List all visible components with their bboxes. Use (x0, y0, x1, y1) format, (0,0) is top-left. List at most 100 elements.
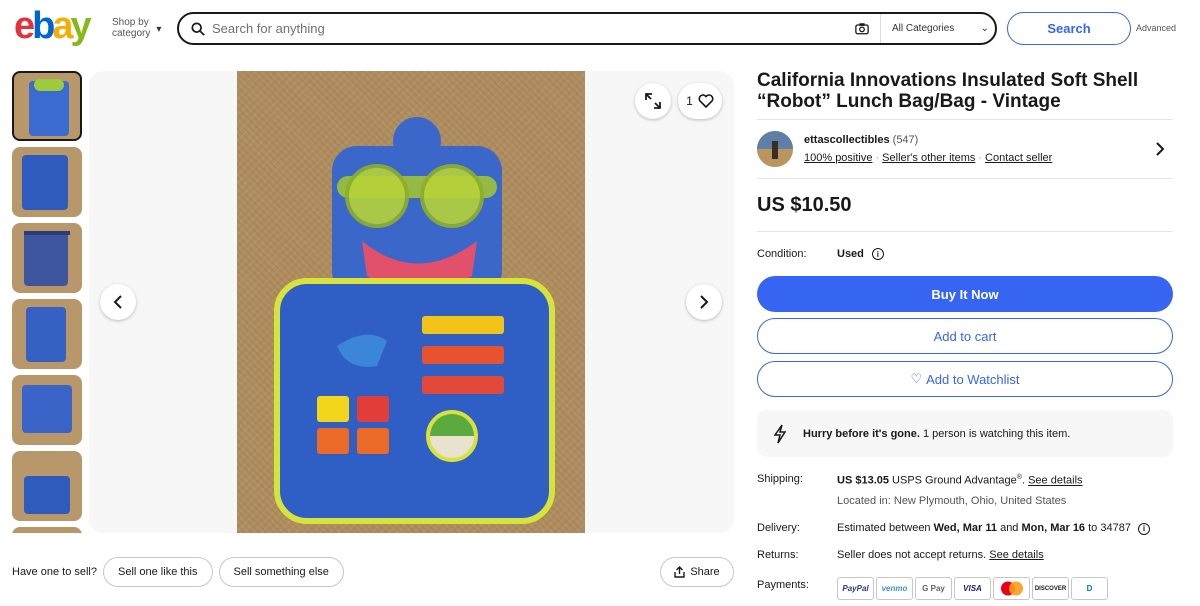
delivery-label: Delivery: (757, 522, 800, 534)
location-text: Located in: New Plymouth, Ohio, United S… (837, 495, 1067, 507)
info-icon[interactable]: i (1138, 522, 1150, 535)
shop-by-category[interactable]: Shop by category ▾ (112, 17, 161, 39)
watch-count-button[interactable]: 1 (678, 83, 722, 119)
thumbnail-strip (12, 71, 84, 533)
payments-label: Payments: (757, 579, 809, 591)
chevron-down-icon: ▾ (156, 23, 162, 35)
shop-by-line1: Shop by (112, 17, 149, 28)
main-image-viewer: 1 (89, 71, 734, 533)
sell-one-like-this-button[interactable]: Sell one like this (103, 557, 213, 587)
advanced-link[interactable]: Advanced (1136, 23, 1176, 33)
thumbnail[interactable] (12, 147, 82, 217)
expand-image-button[interactable] (635, 83, 671, 119)
watch-count: 1 (686, 94, 693, 108)
condition-value-row: Used i (837, 248, 884, 260)
seller-other-items-link[interactable]: Seller's other items (882, 152, 975, 164)
positive-feedback-link[interactable]: 100% positive (804, 152, 873, 164)
shipping-label: Shipping: (757, 473, 803, 485)
thumbnail[interactable] (12, 223, 82, 293)
share-button[interactable]: Share (660, 557, 734, 587)
condition-value: Used (837, 248, 864, 260)
delivery-start: Wed, Mar 11 (933, 522, 998, 534)
search-button[interactable]: Search (1007, 12, 1131, 45)
venmo-logo: venmo (876, 577, 913, 600)
divider (757, 231, 1173, 232)
hurry-bold: Hurry before it's gone. (803, 427, 920, 440)
item-location: Located in: New Plymouth, Ohio, United S… (837, 495, 1066, 507)
shipping-value: US $13.05 USPS Ground Advantage®. See de… (837, 474, 1083, 487)
diners-club-logo: D (1071, 577, 1108, 600)
shipping-period: . (1021, 474, 1026, 487)
chevron-right-icon[interactable] (1155, 142, 1165, 156)
next-image-button[interactable] (686, 284, 722, 320)
discover-logo: DISCOVER (1032, 577, 1069, 600)
divider (757, 119, 1173, 120)
mastercard-icon (1000, 581, 1023, 596)
heart-icon: ♡ (910, 371, 923, 386)
hurry-rest: 1 person is watching this item. (919, 427, 1071, 440)
hurry-banner: Hurry before it's gone. 1 person is watc… (757, 410, 1173, 457)
info-icon[interactable]: i (871, 248, 884, 260)
ebay-logo[interactable]: ebay (14, 8, 102, 46)
delivery-value: Estimated between Wed, Mar 11 and Mon, M… (837, 522, 1150, 535)
svg-text:ebay: ebay (14, 8, 92, 46)
thumbnail[interactable] (12, 375, 82, 445)
avatar-image (757, 131, 793, 167)
previous-image-button[interactable] (100, 284, 136, 320)
mastercard-logo (993, 577, 1030, 600)
buy-it-now-button[interactable]: Buy It Now (757, 276, 1173, 312)
contact-seller-link[interactable]: Contact seller (985, 152, 1052, 164)
header: ebay Shop by category ▾ All Categories ⌄… (0, 0, 1200, 58)
thumbnail[interactable] (12, 71, 82, 141)
share-icon (674, 566, 686, 578)
returns-label: Returns: (757, 549, 799, 561)
search-input[interactable] (212, 21, 832, 36)
heart-icon (698, 94, 714, 108)
sell-something-else-button[interactable]: Sell something else (218, 557, 344, 587)
sell-prompt-row: Have one to sell? Sell one like this Sel… (12, 557, 344, 587)
seller-name[interactable]: ettascollectibles (804, 134, 890, 146)
shipping-service: USPS Ground Advantage (888, 474, 1017, 487)
lightning-icon (773, 424, 787, 443)
delivery-zip: to 34787 (1085, 522, 1131, 534)
thumbnail[interactable] (12, 299, 82, 369)
seller-links: 100% positive · Seller's other items · C… (804, 152, 1052, 164)
category-select[interactable]: All Categories ⌄ (880, 14, 997, 43)
item-title: California Innovations Insulated Soft Sh… (757, 70, 1139, 112)
delivery-and: and (997, 522, 1022, 534)
paypal-logo: PayPal (837, 577, 874, 600)
returns-see-details-link[interactable]: See details (989, 549, 1043, 561)
expand-icon (645, 93, 661, 109)
camera-icon[interactable] (855, 22, 869, 35)
price: US $10.50 (757, 194, 852, 216)
product-photo[interactable] (237, 71, 585, 533)
shipping-see-details-link[interactable]: See details (1028, 475, 1082, 487)
category-label: All Categories (892, 23, 955, 34)
chevron-down-icon: ⌄ (980, 23, 989, 34)
seller-name-row[interactable]: ettascollectibles (547) (804, 134, 918, 146)
chevron-left-icon (113, 295, 122, 309)
add-to-watchlist-button[interactable]: ♡ Add to Watchlist (757, 361, 1173, 397)
sell-prompt: Have one to sell? (12, 566, 97, 578)
visa-logo: VISA (954, 577, 991, 600)
robot-lunch-bag-image (274, 117, 555, 524)
delivery-end: Mon, Mar 16 (1021, 522, 1086, 534)
seller-avatar[interactable] (757, 131, 793, 167)
chevron-right-icon (700, 295, 709, 309)
delivery-prefix: Estimated between (837, 522, 934, 534)
divider (757, 178, 1173, 179)
payment-methods: PayPal venmo G Pay VISA DISCOVER D (837, 577, 1108, 600)
google-pay-logo: G Pay (915, 577, 952, 600)
add-to-watchlist-label: Add to Watchlist (926, 371, 1020, 387)
add-to-cart-button[interactable]: Add to cart (757, 318, 1173, 354)
condition-label: Condition: (757, 248, 807, 260)
share-label: Share (690, 566, 720, 578)
shipping-cost: US $13.05 (837, 474, 889, 487)
thumbnail[interactable] (12, 451, 82, 521)
shop-by-line2: category (112, 28, 151, 39)
search-bar: All Categories ⌄ (177, 12, 997, 45)
thumbnail[interactable] (12, 527, 82, 533)
seller-score: (547) (892, 134, 919, 146)
returns-value: Seller does not accept returns. See deta… (837, 549, 1044, 561)
returns-text: Seller does not accept returns. (837, 549, 987, 561)
